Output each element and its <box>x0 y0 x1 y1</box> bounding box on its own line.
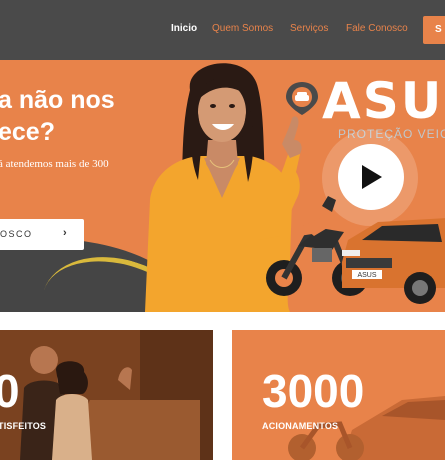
nav-link-fale-conosco[interactable]: Fale Conosco <box>346 23 408 34</box>
hero-title-line2: ece? <box>0 118 55 146</box>
top-navbar: Inicio Quem Somos Serviços Fale Conosco … <box>0 0 445 60</box>
stat-value-satisfied: 0 <box>0 365 20 417</box>
location-pin-car-icon <box>286 82 318 115</box>
car-plate: ASUS <box>357 272 376 279</box>
car-image: ASUS <box>342 218 445 304</box>
hero-subtitle: á atendemos mais de 300 <box>0 158 109 170</box>
hero-contact-button-label: OSCO <box>0 229 33 239</box>
nav-link-servicos[interactable]: Serviços <box>290 23 328 34</box>
nav-cta-button[interactable]: S <box>423 16 445 44</box>
hero-banner: a não nos ece? á atendemos mais de 300 O… <box>0 60 445 312</box>
stat-label-satisfied: TISFEITOS <box>0 421 47 431</box>
stat-label-acionamentos: ACIONAMENTOS <box>262 421 339 431</box>
chevron-right-icon: › <box>63 227 67 239</box>
stat-value-acionamentos: 3000 <box>262 365 365 417</box>
hero-title-line1: a não nos <box>0 86 115 114</box>
nav-link-inicio[interactable]: Inicio <box>171 23 197 34</box>
happy-couple-photo <box>0 330 213 460</box>
nav-link-quem-somos[interactable]: Quem Somos <box>212 23 273 34</box>
stat-card-acionamentos: 3000 ACIONAMENTOS <box>232 330 445 460</box>
hero-contact-button[interactable]: OSCO › <box>0 219 84 250</box>
stat-card-satisfied: 0 TISFEITOS <box>0 330 213 460</box>
brand-logo-text: ASUS <box>322 72 445 130</box>
